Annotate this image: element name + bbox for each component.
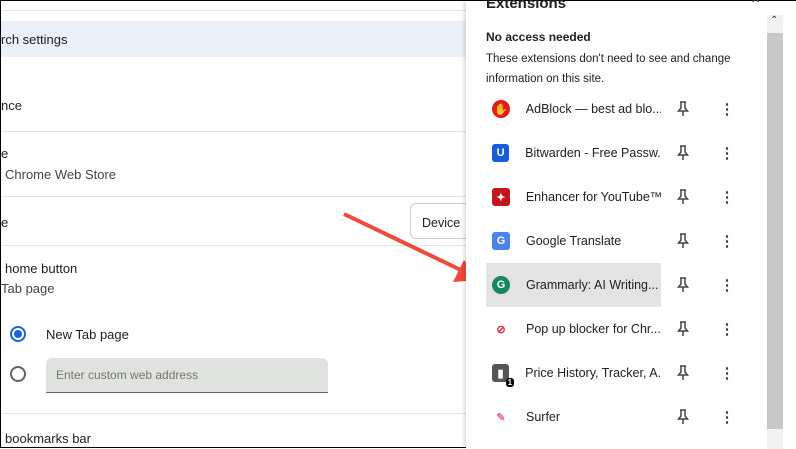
price-history-icon: ▮ 1 xyxy=(492,364,515,387)
pin-icon[interactable] xyxy=(673,319,693,339)
pin-icon[interactable] xyxy=(673,407,693,427)
extension-item[interactable]: ✋ AdBlock — best ad blo... xyxy=(486,87,661,131)
extension-name: Surfer xyxy=(526,410,561,424)
section-title: No access needed xyxy=(486,30,591,44)
badge: 1 xyxy=(505,378,515,387)
more-options-icon[interactable]: ⋮ xyxy=(717,319,737,339)
more-options-icon[interactable]: ⋮ xyxy=(717,275,737,295)
scroll-up-icon[interactable]: ⌃ xyxy=(770,15,778,26)
bitwarden-shield-icon: U xyxy=(492,144,510,162)
extension-item[interactable]: U Bitwarden - Free Passw... xyxy=(486,131,661,175)
extension-name: AdBlock — best ad blo... xyxy=(525,102,661,116)
more-options-icon[interactable]: ⋮ xyxy=(717,187,737,207)
more-options-icon[interactable]: ⋮ xyxy=(717,231,737,251)
scrollbar[interactable]: ⌃ xyxy=(767,15,783,449)
extension-item[interactable]: ✦ Enhancer for YouTube™ xyxy=(486,175,661,219)
more-options-icon[interactable]: ⋮ xyxy=(717,407,737,427)
extension-name: Google Translate xyxy=(526,234,622,248)
surfer-icon: ✎ xyxy=(492,408,510,426)
extension-item[interactable]: ▮ 1 Price History, Tracker, A... xyxy=(486,351,661,395)
scrollbar-thumb[interactable] xyxy=(767,33,783,429)
pin-icon[interactable] xyxy=(673,99,693,119)
pin-icon[interactable] xyxy=(673,363,693,383)
more-options-icon[interactable]: ⋮ xyxy=(717,143,737,163)
extension-item[interactable]: G Google Translate xyxy=(486,219,661,263)
panel-title: Extensions xyxy=(486,0,567,12)
more-options-icon[interactable]: ⋮ xyxy=(717,363,737,383)
extension-name: Bitwarden - Free Passw... xyxy=(525,146,661,160)
extension-name: Enhancer for YouTube™ xyxy=(525,190,661,204)
extension-item[interactable]: ✎ Surfer xyxy=(486,395,661,439)
google-translate-icon: G xyxy=(492,232,510,250)
collapse-chevron-icon[interactable]: ⌃ xyxy=(749,0,762,15)
extension-item[interactable]: ⊘ Pop up blocker for Chr... xyxy=(486,307,661,351)
pin-icon[interactable] xyxy=(673,187,693,207)
section-desc: These extensions don't need to see and c… xyxy=(486,53,731,85)
grammarly-icon: G xyxy=(492,276,510,294)
pin-icon[interactable] xyxy=(673,231,693,251)
pin-icon[interactable] xyxy=(673,143,693,163)
extension-name: Price History, Tracker, A... xyxy=(525,366,661,380)
extensions-panel: Extensions ⌃ No access needed These exte… xyxy=(466,0,796,449)
more-options-icon[interactable]: ⋮ xyxy=(717,99,737,119)
extension-name: Grammarly: AI Writing... xyxy=(526,278,659,292)
popup-blocker-icon: ⊘ xyxy=(492,320,510,338)
adblock-hand-icon: ✋ xyxy=(492,100,510,118)
enhancer-wand-icon: ✦ xyxy=(492,188,510,206)
extension-item[interactable]: G Grammarly: AI Writing... xyxy=(486,263,661,307)
extension-name: Pop up blocker for Chr... xyxy=(526,322,661,336)
pin-icon[interactable] xyxy=(673,275,693,295)
